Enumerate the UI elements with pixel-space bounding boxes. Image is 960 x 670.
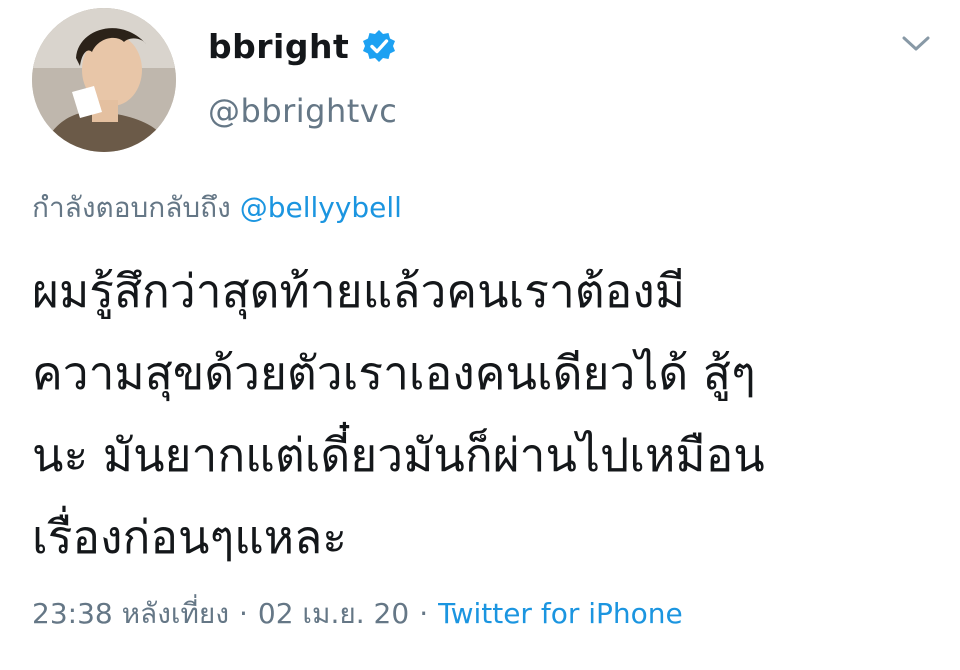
reply-mention-link[interactable]: @bellyybell [240,191,402,224]
tweet-source-link[interactable]: Twitter for iPhone [438,597,683,630]
chevron-down-icon [901,35,931,57]
tweet-menu-button[interactable] [896,28,936,64]
tweet-body: ผมรู้สึกว่าสุดท้ายแล้วคนเราต้องมี ความสุ… [32,250,932,578]
verified-badge-icon [361,28,397,64]
tweet-text-line: ความสุขด้วยตัวเราเองคนเดียวได้ สู้ๆ [32,346,756,400]
meta-separator: · [238,597,248,630]
tweet-metadata: 23:38 หลังเที่ยง · 02 เม.ย. 20 · Twitter for… [32,592,683,636]
tweet-time[interactable]: 23:38 หลังเที่ยง [32,597,229,630]
tweet-text-line: ผมรู้สึกว่าสุดท้ายแล้วคนเราต้องมี [32,264,686,318]
user-handle[interactable]: @bbrightvc [208,92,397,130]
tweet-date[interactable]: 02 เม.ย. 20 [258,597,409,630]
display-name-row: bbright [208,20,397,72]
tweet-text-line: เรื่องก่อนๆแหละ [32,510,348,564]
reply-prefix: กำลังตอบกลับถึง [32,191,231,224]
avatar-photo-icon [32,8,176,152]
meta-separator: · [419,597,429,630]
reply-context: กำลังตอบกลับถึง @bellyybell [32,186,402,230]
display-name[interactable]: bbright [208,27,349,66]
tweet-text-line: นะ มันยากแต่เดี๋ยวมันก็ผ่านไปเหมือน [32,428,765,482]
user-avatar[interactable] [32,8,176,152]
